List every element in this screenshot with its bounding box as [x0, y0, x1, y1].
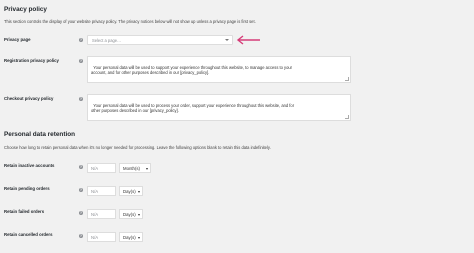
retain-failed-orders-unit-select[interactable]: Day(s) [119, 209, 143, 219]
input-placeholder: N/A [91, 212, 99, 217]
chevron-down-icon [138, 236, 140, 239]
retain-inactive-accounts-label: Retain inactive accounts [4, 163, 55, 168]
retain-inactive-accounts-unit-select[interactable]: Month(s) [119, 163, 151, 173]
chevron-down-icon [138, 190, 140, 193]
retain-failed-orders-label: Retain failed orders [4, 209, 45, 214]
retention-heading: Personal data retention [4, 131, 76, 138]
registration-policy-textarea[interactable]: Your personal data will be used to suppo… [87, 56, 351, 83]
resize-handle[interactable] [345, 115, 349, 119]
retain-pending-orders-label: Retain pending orders [4, 186, 50, 191]
retain-pending-orders-unit-select[interactable]: Day(s) [119, 186, 143, 196]
unit-value: Month(s) [123, 166, 140, 171]
help-icon[interactable]: ? [79, 97, 83, 101]
registration-policy-text: Your personal data will be used to suppo… [91, 64, 293, 76]
resize-handle[interactable] [345, 77, 349, 81]
privacy-policy-heading: Privacy policy [4, 6, 47, 13]
checkout-policy-text: Your personal data will be used to proce… [91, 102, 295, 114]
input-placeholder: N/A [91, 235, 99, 240]
chevron-down-icon [138, 213, 140, 216]
privacy-page-label: Privacy page [4, 37, 31, 42]
retention-description: Choose how long to retain personal data … [4, 145, 271, 150]
help-icon[interactable]: ? [79, 59, 83, 63]
checkout-policy-label: Checkout privacy policy [4, 96, 54, 101]
help-icon[interactable]: ? [79, 211, 83, 215]
chevron-down-icon [146, 167, 148, 170]
registration-policy-label: Registration privacy policy [4, 58, 59, 63]
retain-inactive-accounts-input[interactable]: N/A [87, 163, 116, 173]
input-placeholder: N/A [91, 166, 99, 171]
unit-value: Day(s) [123, 189, 136, 194]
retain-cancelled-orders-label: Retain cancelled orders [4, 232, 53, 237]
help-icon[interactable]: ? [79, 188, 83, 192]
chevron-down-icon [225, 39, 229, 41]
arrow-left-icon [236, 35, 260, 45]
privacy-page-select[interactable]: Select a page… [87, 35, 233, 45]
unit-value: Day(s) [123, 212, 136, 217]
retain-cancelled-orders-unit-select[interactable]: Day(s) [119, 232, 143, 242]
privacy-page-select-value: Select a page… [92, 38, 122, 43]
retain-failed-orders-input[interactable]: N/A [87, 209, 116, 219]
checkout-policy-textarea[interactable]: Your personal data will be used to proce… [87, 94, 351, 121]
help-icon[interactable]: ? [79, 234, 83, 238]
retain-pending-orders-input[interactable]: N/A [87, 186, 116, 196]
input-placeholder: N/A [91, 189, 99, 194]
unit-value: Day(s) [123, 235, 136, 240]
help-icon[interactable]: ? [79, 165, 83, 169]
help-icon[interactable]: ? [79, 38, 83, 42]
retain-cancelled-orders-input[interactable]: N/A [87, 232, 116, 242]
privacy-policy-description: This section controls the display of you… [4, 19, 256, 24]
